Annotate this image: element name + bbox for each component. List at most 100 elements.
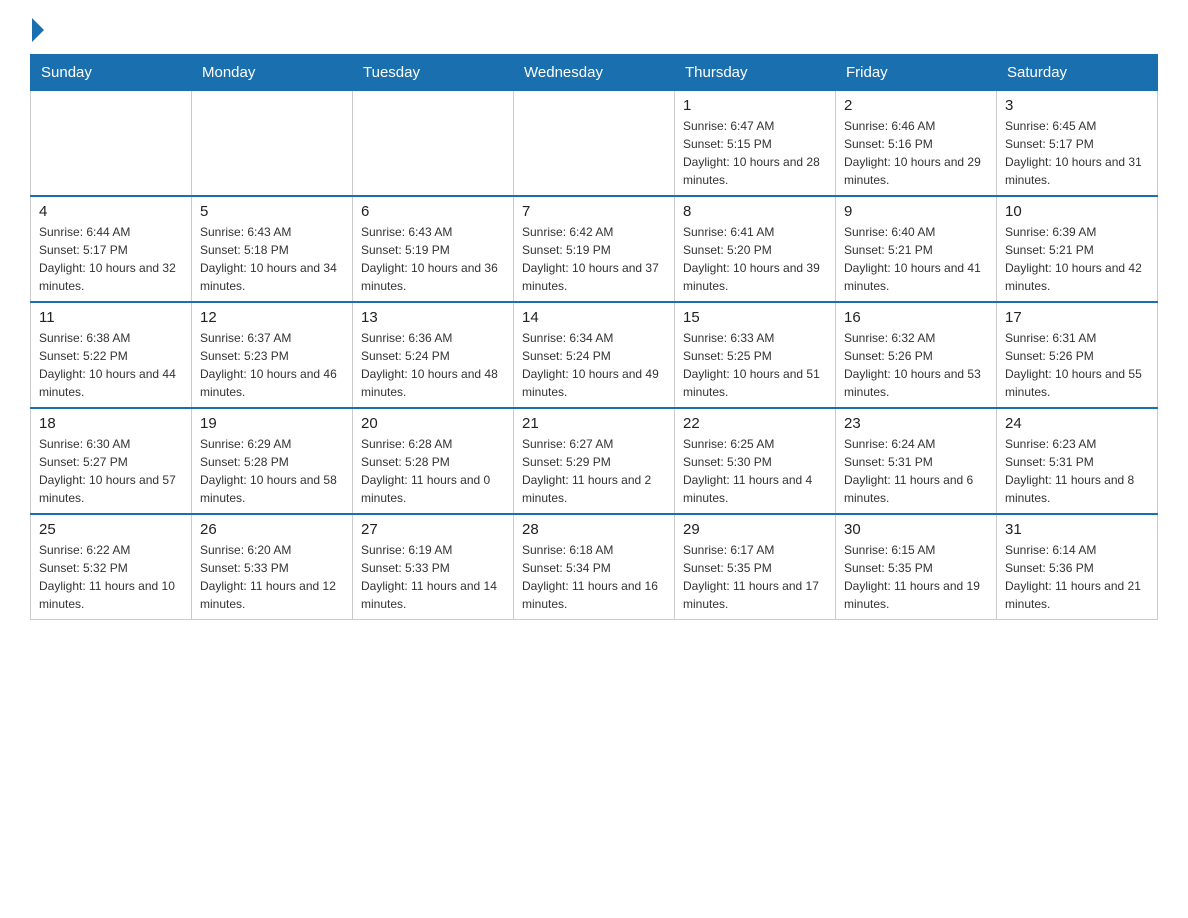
logo xyxy=(30,20,44,44)
day-info: Sunrise: 6:42 AMSunset: 5:19 PMDaylight:… xyxy=(522,223,666,295)
day-info: Sunrise: 6:37 AMSunset: 5:23 PMDaylight:… xyxy=(200,329,344,401)
day-number: 19 xyxy=(200,415,344,432)
day-info: Sunrise: 6:30 AMSunset: 5:27 PMDaylight:… xyxy=(39,435,183,507)
calendar-week-row: 1 Sunrise: 6:47 AMSunset: 5:15 PMDaylight… xyxy=(31,90,1158,196)
calendar-cell: 11 Sunrise: 6:38 AMSunset: 5:22 PMDayligh… xyxy=(31,302,192,408)
calendar-cell: 22 Sunrise: 6:25 AMSunset: 5:30 PMDayligh… xyxy=(675,408,836,514)
day-number: 22 xyxy=(683,415,827,432)
calendar-cell: 18 Sunrise: 6:30 AMSunset: 5:27 PMDayligh… xyxy=(31,408,192,514)
day-number: 9 xyxy=(844,203,988,220)
calendar-cell: 7 Sunrise: 6:42 AMSunset: 5:19 PMDaylight… xyxy=(514,196,675,302)
calendar-cell: 27Sunrise: 6:19 AMSunset: 5:33 PMDayligh… xyxy=(353,514,514,620)
day-info: Sunrise: 6:43 AMSunset: 5:19 PMDaylight:… xyxy=(361,223,505,295)
day-info: Sunrise: 6:38 AMSunset: 5:22 PMDaylight:… xyxy=(39,329,183,401)
calendar-cell: 19 Sunrise: 6:29 AMSunset: 5:28 PMDayligh… xyxy=(192,408,353,514)
weekday-header-friday: Friday xyxy=(836,55,997,90)
day-info: Sunrise: 6:46 AMSunset: 5:16 PMDaylight:… xyxy=(844,117,988,189)
day-number: 28 xyxy=(522,521,666,538)
day-number: 15 xyxy=(683,309,827,326)
calendar-cell: 3 Sunrise: 6:45 AMSunset: 5:17 PMDaylight… xyxy=(997,90,1158,196)
day-number: 3 xyxy=(1005,97,1149,114)
day-number: 20 xyxy=(361,415,505,432)
calendar-week-row: 4 Sunrise: 6:44 AMSunset: 5:17 PMDaylight… xyxy=(31,196,1158,302)
calendar-cell: 30Sunrise: 6:15 AMSunset: 5:35 PMDayligh… xyxy=(836,514,997,620)
day-info: Sunrise: 6:29 AMSunset: 5:28 PMDaylight:… xyxy=(200,435,344,507)
calendar-cell: 9 Sunrise: 6:40 AMSunset: 5:21 PMDaylight… xyxy=(836,196,997,302)
day-number: 5 xyxy=(200,203,344,220)
calendar-cell xyxy=(514,90,675,196)
calendar-cell: 6 Sunrise: 6:43 AMSunset: 5:19 PMDaylight… xyxy=(353,196,514,302)
day-info: Sunrise: 6:45 AMSunset: 5:17 PMDaylight:… xyxy=(1005,117,1149,189)
calendar-cell: 4 Sunrise: 6:44 AMSunset: 5:17 PMDaylight… xyxy=(31,196,192,302)
day-info: Sunrise: 6:47 AMSunset: 5:15 PMDaylight:… xyxy=(683,117,827,189)
day-number: 16 xyxy=(844,309,988,326)
day-number: 11 xyxy=(39,309,183,326)
calendar-cell xyxy=(31,90,192,196)
calendar-cell: 16 Sunrise: 6:32 AMSunset: 5:26 PMDayligh… xyxy=(836,302,997,408)
calendar-cell: 5 Sunrise: 6:43 AMSunset: 5:18 PMDaylight… xyxy=(192,196,353,302)
day-number: 8 xyxy=(683,203,827,220)
weekday-header-sunday: Sunday xyxy=(31,55,192,90)
weekday-header-monday: Monday xyxy=(192,55,353,90)
calendar-week-row: 25 Sunrise: 6:22 AMSunset: 5:32 PMDayligh… xyxy=(31,514,1158,620)
day-info: Sunrise: 6:41 AMSunset: 5:20 PMDaylight:… xyxy=(683,223,827,295)
calendar-cell: 13 Sunrise: 6:36 AMSunset: 5:24 PMDayligh… xyxy=(353,302,514,408)
calendar-cell: 24 Sunrise: 6:23 AMSunset: 5:31 PMDayligh… xyxy=(997,408,1158,514)
calendar-cell xyxy=(353,90,514,196)
calendar-cell: 20 Sunrise: 6:28 AMSunset: 5:28 PMDayligh… xyxy=(353,408,514,514)
day-number: 27 xyxy=(361,521,505,538)
day-info: Sunrise: 6:20 AMSunset: 5:33 PMDaylight:… xyxy=(200,541,344,613)
calendar-cell: 14Sunrise: 6:34 AMSunset: 5:24 PMDayligh… xyxy=(514,302,675,408)
calendar-cell: 8 Sunrise: 6:41 AMSunset: 5:20 PMDaylight… xyxy=(675,196,836,302)
calendar-cell: 15 Sunrise: 6:33 AMSunset: 5:25 PMDayligh… xyxy=(675,302,836,408)
header xyxy=(30,20,1158,44)
calendar-cell: 12 Sunrise: 6:37 AMSunset: 5:23 PMDayligh… xyxy=(192,302,353,408)
weekday-header-tuesday: Tuesday xyxy=(353,55,514,90)
day-info: Sunrise: 6:17 AMSunset: 5:35 PMDaylight:… xyxy=(683,541,827,613)
day-info: Sunrise: 6:39 AMSunset: 5:21 PMDaylight:… xyxy=(1005,223,1149,295)
day-info: Sunrise: 6:36 AMSunset: 5:24 PMDaylight:… xyxy=(361,329,505,401)
day-info: Sunrise: 6:23 AMSunset: 5:31 PMDaylight:… xyxy=(1005,435,1149,507)
calendar-cell: 10Sunrise: 6:39 AMSunset: 5:21 PMDayligh… xyxy=(997,196,1158,302)
calendar-week-row: 18 Sunrise: 6:30 AMSunset: 5:27 PMDayligh… xyxy=(31,408,1158,514)
day-info: Sunrise: 6:28 AMSunset: 5:28 PMDaylight:… xyxy=(361,435,505,507)
day-number: 6 xyxy=(361,203,505,220)
day-info: Sunrise: 6:24 AMSunset: 5:31 PMDaylight:… xyxy=(844,435,988,507)
day-info: Sunrise: 6:27 AMSunset: 5:29 PMDaylight:… xyxy=(522,435,666,507)
day-info: Sunrise: 6:43 AMSunset: 5:18 PMDaylight:… xyxy=(200,223,344,295)
day-info: Sunrise: 6:31 AMSunset: 5:26 PMDaylight:… xyxy=(1005,329,1149,401)
calendar-cell: 31Sunrise: 6:14 AMSunset: 5:36 PMDayligh… xyxy=(997,514,1158,620)
calendar-cell xyxy=(192,90,353,196)
day-number: 17 xyxy=(1005,309,1149,326)
day-info: Sunrise: 6:34 AMSunset: 5:24 PMDaylight:… xyxy=(522,329,666,401)
day-number: 1 xyxy=(683,97,827,114)
calendar-cell: 29Sunrise: 6:17 AMSunset: 5:35 PMDayligh… xyxy=(675,514,836,620)
calendar-cell: 1 Sunrise: 6:47 AMSunset: 5:15 PMDaylight… xyxy=(675,90,836,196)
day-info: Sunrise: 6:22 AMSunset: 5:32 PMDaylight:… xyxy=(39,541,183,613)
day-info: Sunrise: 6:44 AMSunset: 5:17 PMDaylight:… xyxy=(39,223,183,295)
day-number: 12 xyxy=(200,309,344,326)
day-info: Sunrise: 6:32 AMSunset: 5:26 PMDaylight:… xyxy=(844,329,988,401)
day-number: 24 xyxy=(1005,415,1149,432)
day-info: Sunrise: 6:40 AMSunset: 5:21 PMDaylight:… xyxy=(844,223,988,295)
calendar-cell: 23 Sunrise: 6:24 AMSunset: 5:31 PMDayligh… xyxy=(836,408,997,514)
day-number: 4 xyxy=(39,203,183,220)
day-info: Sunrise: 6:25 AMSunset: 5:30 PMDaylight:… xyxy=(683,435,827,507)
calendar-cell: 2 Sunrise: 6:46 AMSunset: 5:16 PMDaylight… xyxy=(836,90,997,196)
day-number: 26 xyxy=(200,521,344,538)
day-number: 23 xyxy=(844,415,988,432)
day-number: 25 xyxy=(39,521,183,538)
day-number: 13 xyxy=(361,309,505,326)
day-number: 18 xyxy=(39,415,183,432)
day-info: Sunrise: 6:14 AMSunset: 5:36 PMDaylight:… xyxy=(1005,541,1149,613)
calendar-cell: 21Sunrise: 6:27 AMSunset: 5:29 PMDayligh… xyxy=(514,408,675,514)
calendar-table: SundayMondayTuesdayWednesdayThursdayFrid… xyxy=(30,54,1158,620)
calendar-cell: 17 Sunrise: 6:31 AMSunset: 5:26 PMDayligh… xyxy=(997,302,1158,408)
day-number: 7 xyxy=(522,203,666,220)
day-info: Sunrise: 6:33 AMSunset: 5:25 PMDaylight:… xyxy=(683,329,827,401)
calendar-week-row: 11 Sunrise: 6:38 AMSunset: 5:22 PMDayligh… xyxy=(31,302,1158,408)
day-info: Sunrise: 6:15 AMSunset: 5:35 PMDaylight:… xyxy=(844,541,988,613)
calendar-cell: 26 Sunrise: 6:20 AMSunset: 5:33 PMDayligh… xyxy=(192,514,353,620)
day-number: 2 xyxy=(844,97,988,114)
day-info: Sunrise: 6:18 AMSunset: 5:34 PMDaylight:… xyxy=(522,541,666,613)
